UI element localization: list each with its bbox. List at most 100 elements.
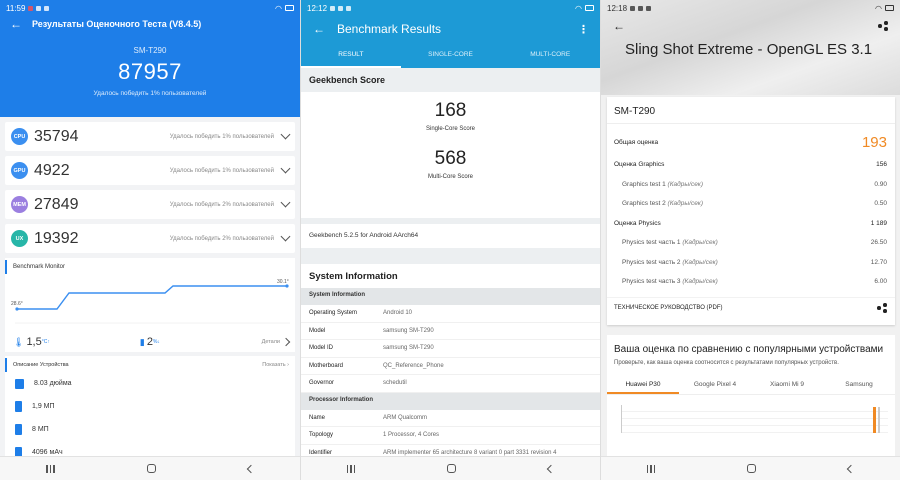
nav-back-icon[interactable] — [246, 464, 256, 473]
recent-apps-icon[interactable] — [46, 464, 55, 473]
chevron-down-icon[interactable] — [280, 231, 291, 242]
row-label: Graphics test 2 — [622, 200, 668, 208]
battery-icon — [585, 5, 594, 11]
chevron-down-icon[interactable] — [280, 197, 291, 208]
details-link[interactable]: Детали — [261, 337, 291, 347]
technical-guide-link[interactable]: ТЕХНИЧЕСКОЕ РУКОВОДСТВО (PDF) — [607, 296, 895, 319]
score-card-gpu[interactable]: GPU 4922 Удалось победить 1% пользовател… — [5, 156, 295, 185]
status-bar: 11:59 ◠ — [0, 0, 300, 16]
ux-badge-icon: UX — [11, 230, 28, 247]
show-label: Показать — [262, 362, 286, 368]
status-bar: 12:18 ◠ — [601, 0, 900, 16]
physics-score-row: Оценка Physics 1 189 — [607, 214, 895, 234]
score-card: SM-T290 Общая оценка 193 Оценка Graphics… — [607, 97, 895, 325]
multi-core-score: 568 — [434, 148, 467, 169]
show-link[interactable]: Показать › — [262, 362, 289, 368]
notification-icon — [646, 5, 652, 11]
table-row: Governor schedutil — [301, 375, 600, 393]
row-value: 156 — [876, 161, 887, 169]
wifi-icon: ◠ — [575, 3, 582, 13]
tab-multi-core[interactable]: MULTI-CORE — [500, 42, 600, 68]
tab-samsung[interactable]: Samsung — [823, 376, 895, 394]
row-label: Physics test часть 2 — [622, 258, 683, 266]
row-value: 26.50 — [870, 239, 887, 247]
nav-bar — [0, 456, 300, 480]
monitor-footer: 🌡 1,5 °C↑ ▮ 2 %↓ Детали — [13, 336, 291, 348]
row-key: Governor — [309, 380, 335, 387]
table-row: Topology 1 Processor, 4 Cores — [301, 427, 600, 445]
back-arrow-icon[interactable]: ← — [313, 23, 325, 35]
home-icon[interactable] — [146, 464, 156, 473]
share-icon[interactable] — [878, 21, 888, 31]
back-arrow-icon[interactable]: ← — [613, 20, 625, 32]
antutu-title-bar: ← Результаты Оценочного Теста (V8.4.5) — [0, 16, 300, 32]
spec-rear-camera: 8 МП — [5, 418, 295, 441]
score-card-cpu[interactable]: CPU 35794 Удалось победить 1% пользовате… — [5, 122, 295, 151]
tab-google-pixel-4[interactable]: Google Pixel 4 — [679, 376, 751, 394]
details-label: Детали — [261, 339, 280, 345]
antutu-header: 11:59 ◠ ← Результаты Оценочного Теста (V… — [0, 0, 300, 117]
test-title: Sling Shot Extreme - OpenGL ES 3.1 — [625, 41, 873, 58]
image-icon — [36, 5, 42, 11]
single-core-label: Single-Core Score — [425, 126, 476, 132]
row-value: QC_Reference_Phone — [383, 362, 444, 369]
table-row: Operating System Android 10 — [301, 305, 600, 323]
table-row: Name ARM Qualcomm — [301, 410, 600, 427]
battery-icon — [285, 5, 294, 11]
row-key: Name — [309, 414, 326, 421]
row-key: Model ID — [309, 345, 334, 352]
home-icon[interactable] — [447, 464, 457, 473]
spec-front-camera: 1,9 МП — [5, 395, 295, 418]
tab-huawei-p30[interactable]: Huawei P30 — [607, 376, 679, 394]
temperature-line — [17, 285, 287, 310]
overall-label: Общая оценка — [614, 138, 659, 146]
image-icon — [330, 5, 336, 11]
row-label: Graphics test 1 — [622, 180, 668, 188]
system-information-title: System Information — [309, 271, 398, 282]
score-beat-text: Удалось победить 1% пользователей — [169, 133, 274, 140]
recent-apps-icon[interactable] — [346, 464, 356, 473]
download-icon — [338, 5, 344, 11]
status-time: 12:18 — [607, 3, 628, 13]
recent-apps-icon[interactable] — [646, 464, 656, 473]
status-time: 12:12 — [307, 3, 328, 13]
score-card-mem[interactable]: MEM 27849 Удалось победить 2% пользовате… — [5, 190, 295, 219]
row-unit: (Кадры/сек) — [682, 278, 718, 286]
table-row: Model ID samsung SM-T290 — [301, 340, 600, 358]
row-value: 0.50 — [874, 200, 887, 208]
share-icon[interactable] — [877, 303, 887, 313]
download-icon — [44, 5, 50, 11]
more-options-icon[interactable]: ⋮ — [578, 23, 589, 36]
device-tabs: Huawei P30 Google Pixel 4 Xiaomi Mi 9 Sa… — [607, 376, 895, 395]
score-card-ux[interactable]: UX 19392 Удалось победить 2% пользовател… — [5, 224, 295, 253]
home-icon[interactable] — [747, 464, 757, 473]
row-value: 0.90 — [874, 180, 887, 188]
screen-icon — [15, 378, 24, 389]
back-arrow-icon[interactable]: ← — [10, 18, 22, 30]
battery-icon — [885, 5, 894, 11]
single-core-score: 168 — [434, 100, 467, 121]
tab-xiaomi-mi-9[interactable]: Xiaomi Mi 9 — [751, 376, 823, 394]
spec-value: 8 МП — [32, 426, 49, 433]
overall-score-row: Общая оценка 193 — [607, 129, 895, 155]
graphics-test-2-row: Graphics test 2 (Кадры/сек) 0.50 — [607, 194, 895, 214]
chevron-down-icon[interactable] — [280, 129, 291, 140]
chevron-down-icon[interactable] — [280, 163, 291, 174]
threedmark-panel: 12:18 ◠ ← Sling Shot Extreme - OpenGL ES… — [600, 0, 900, 480]
table-row: Motherboard QC_Reference_Phone — [301, 358, 600, 375]
row-unit: (Кадры/сек) — [667, 180, 704, 188]
nav-back-icon[interactable] — [846, 464, 856, 473]
antutu-panel: 11:59 ◠ ← Результаты Оценочного Теста (V… — [0, 0, 300, 480]
row-value: 12.70 — [870, 258, 887, 266]
nav-back-icon[interactable] — [546, 464, 556, 473]
antutu-title: Результаты Оценочного Теста (V8.4.5) — [32, 19, 202, 29]
rear-camera-icon — [15, 424, 22, 435]
comparison-chart — [621, 405, 888, 433]
device-name: SM-T290 — [133, 46, 167, 55]
geekbench-header: 12:12 ◠ ← Benchmark Results ⋮ RESULT SIN… — [301, 0, 600, 68]
tab-result[interactable]: RESULT — [301, 42, 401, 68]
geekbench-tabs: RESULT SINGLE-CORE MULTI-CORE — [301, 42, 600, 68]
temperature-chart: 28.6° 30.1° — [11, 279, 290, 324]
image-icon — [630, 5, 636, 11]
tab-single-core[interactable]: SINGLE-CORE — [401, 42, 501, 68]
